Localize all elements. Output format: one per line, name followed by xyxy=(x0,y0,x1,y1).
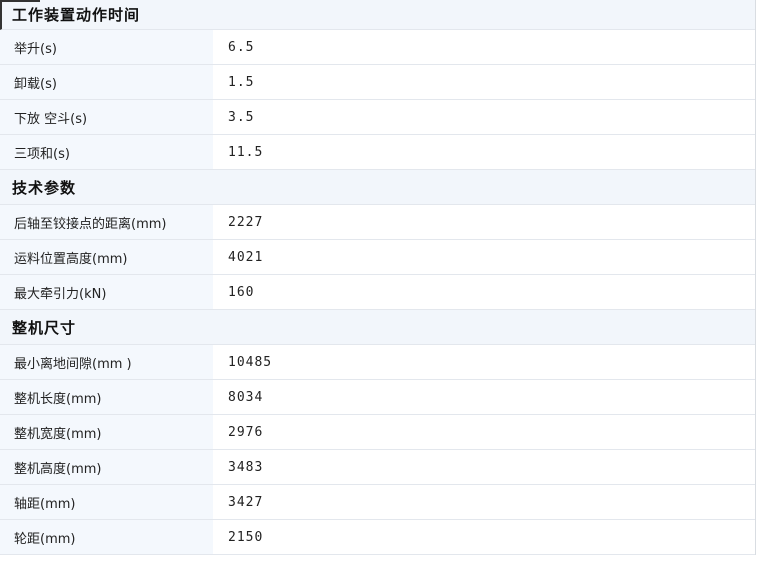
section-header-row: 技术参数 xyxy=(0,170,755,205)
spec-row: 轴距(mm)3427 xyxy=(0,485,755,520)
spec-row: 举升(s)6.5 xyxy=(0,30,755,65)
spec-value: 160 xyxy=(213,275,755,309)
spec-row: 后轴至铰接点的距离(mm)2227 xyxy=(0,205,755,240)
spec-label: 后轴至铰接点的距离(mm) xyxy=(0,205,213,239)
spec-value: 11.5 xyxy=(213,135,755,169)
spec-value: 2150 xyxy=(213,520,755,554)
spec-value: 2976 xyxy=(213,415,755,449)
spec-value: 3427 xyxy=(213,485,755,519)
spec-label: 最大牵引力(kN) xyxy=(0,275,213,309)
spec-row: 整机高度(mm)3483 xyxy=(0,450,755,485)
spec-label: 最小离地间隙(mm ) xyxy=(0,345,213,379)
spec-row: 整机宽度(mm)2976 xyxy=(0,415,755,450)
spec-label: 轴距(mm) xyxy=(0,485,213,519)
corner-accent xyxy=(0,0,40,2)
spec-label: 三项和(s) xyxy=(0,135,213,169)
spec-label: 整机宽度(mm) xyxy=(0,415,213,449)
spec-label: 轮距(mm) xyxy=(0,520,213,554)
spec-row: 运料位置高度(mm)4021 xyxy=(0,240,755,275)
spec-table: 工作装置动作时间举升(s)6.5卸载(s)1.5下放 空斗(s)3.5三项和(s… xyxy=(0,0,756,555)
spec-row: 轮距(mm)2150 xyxy=(0,520,755,555)
spec-label: 举升(s) xyxy=(0,30,213,64)
spec-value: 4021 xyxy=(213,240,755,274)
spec-label: 卸载(s) xyxy=(0,65,213,99)
spec-value: 3483 xyxy=(213,450,755,484)
spec-row: 最大牵引力(kN)160 xyxy=(0,275,755,310)
spec-row: 下放 空斗(s)3.5 xyxy=(0,100,755,135)
section-title: 工作装置动作时间 xyxy=(12,4,140,25)
spec-value: 10485 xyxy=(213,345,755,379)
spec-label: 运料位置高度(mm) xyxy=(0,240,213,274)
section-header-row: 工作装置动作时间 xyxy=(0,0,755,30)
section-title: 技术参数 xyxy=(12,177,76,198)
spec-row: 最小离地间隙(mm )10485 xyxy=(0,345,755,380)
spec-value: 8034 xyxy=(213,380,755,414)
section-header-row: 整机尺寸 xyxy=(0,310,755,345)
spec-row: 卸载(s)1.5 xyxy=(0,65,755,100)
section-title: 整机尺寸 xyxy=(12,317,76,338)
spec-value: 2227 xyxy=(213,205,755,239)
spec-label: 下放 空斗(s) xyxy=(0,100,213,134)
spec-value: 3.5 xyxy=(213,100,755,134)
spec-label: 整机高度(mm) xyxy=(0,450,213,484)
spec-row: 整机长度(mm)8034 xyxy=(0,380,755,415)
spec-page: 工作装置动作时间举升(s)6.5卸载(s)1.5下放 空斗(s)3.5三项和(s… xyxy=(0,0,762,568)
spec-value: 6.5 xyxy=(213,30,755,64)
spec-row: 三项和(s)11.5 xyxy=(0,135,755,170)
spec-label: 整机长度(mm) xyxy=(0,380,213,414)
spec-value: 1.5 xyxy=(213,65,755,99)
